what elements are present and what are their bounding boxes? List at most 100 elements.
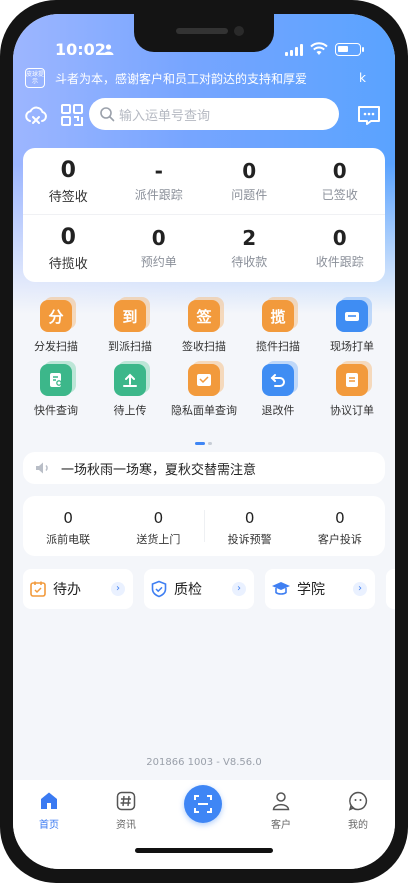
svc-value: 0: [153, 509, 164, 527]
svc-customer-complaint[interactable]: 0 客户投诉: [295, 496, 385, 556]
stat-signed[interactable]: 0 已签收: [295, 148, 386, 214]
customer-icon: [272, 792, 290, 811]
stat-label: 待签收: [48, 190, 88, 205]
fn-label: 揽件扫描: [256, 340, 300, 353]
fn-label: 现场打单: [330, 340, 374, 353]
svc-pre-call[interactable]: 0 派前电联: [23, 496, 113, 556]
stat-problem[interactable]: 0 问题件: [204, 148, 295, 214]
fn-pickup-scan[interactable]: 揽揽件扫描: [241, 297, 315, 364]
stat-pickup-track[interactable]: 0 收件跟踪: [295, 215, 386, 280]
shield-check-icon: [151, 580, 167, 598]
service-card: 0 派前电联 0 送货上门 0 投诉预警 0 客户投诉: [23, 496, 385, 556]
fn-label: 快件查询: [34, 404, 78, 417]
announcement-bar[interactable]: 一场秋雨一场寒，夏秋交替需注意: [23, 452, 385, 484]
fn-label: 隐私面单查询: [171, 404, 237, 417]
search-placeholder: 输入运单号查询: [119, 108, 211, 124]
fn-distribute-scan[interactable]: 分分发扫描: [19, 297, 93, 364]
notch: [134, 14, 274, 52]
svc-door-delivery[interactable]: 0 送货上门: [113, 496, 203, 556]
scan-icon: [194, 795, 212, 813]
fn-query[interactable]: 快件查询: [19, 361, 93, 428]
stat-label: 已签收: [321, 188, 358, 202]
stat-dispatch-track[interactable]: - 派件跟踪: [114, 148, 205, 214]
bottom-tabbar: 首页 资讯 客户 我的: [13, 780, 395, 869]
stat-value: 0: [151, 226, 166, 250]
scan-button[interactable]: [184, 785, 222, 823]
stat-label: 问题件: [231, 188, 268, 202]
return-icon: [262, 361, 298, 396]
screen: 10:02 皮球提示 斗者为本，感谢客户和员工对韵达的支持和厚爱 k 输入运单号…: [13, 14, 395, 869]
feature-next-partial[interactable]: [386, 569, 395, 609]
stat-value: 2: [242, 226, 257, 250]
feature-academy[interactable]: 学院 ›: [265, 569, 375, 609]
stats-card: 0 待签收 - 派件跟踪 0 问题件 0 已签收 0 待揽收 0 预约单 2 待收款 0 收件跟…: [23, 148, 385, 282]
notice-cursor: k: [359, 71, 366, 85]
fn-label: 分发扫描: [34, 340, 78, 353]
upload-icon: [114, 361, 150, 396]
pickup-icon: 揽: [262, 297, 298, 332]
fn-pending-upload[interactable]: 待上传: [93, 361, 167, 428]
stat-reservation[interactable]: 0 预约单: [114, 215, 205, 280]
speaker-icon: [36, 462, 48, 474]
stats-row-2: 0 待揽收 0 预约单 2 待收款 0 收件跟踪: [23, 214, 385, 280]
search-input[interactable]: 输入运单号查询: [89, 98, 339, 130]
stat-value: 0: [332, 159, 347, 183]
home-icon: [41, 792, 57, 809]
chevron-right-icon: ›: [232, 582, 246, 596]
notice-marquee[interactable]: 皮球提示 斗者为本，感谢客户和员工对韵达的支持和厚爱 k: [25, 66, 385, 90]
stat-value: 0: [242, 159, 257, 183]
svc-complaint-warning[interactable]: 0 投诉预警: [205, 496, 295, 556]
tab-news[interactable]: 资讯: [96, 790, 156, 831]
tab-mine[interactable]: 我的: [328, 790, 388, 831]
tab-home[interactable]: 首页: [19, 790, 79, 831]
fn-sign-scan[interactable]: 签签收扫描: [167, 297, 241, 364]
search-icon: [100, 107, 115, 122]
version-text: 201866 1003 - V8.56.0: [146, 757, 262, 768]
stat-label: 待收款: [231, 255, 268, 269]
fn-return-modify[interactable]: 退改件: [241, 361, 315, 428]
stat-value: 0: [332, 226, 347, 250]
document-search-icon: [40, 361, 76, 396]
tab-customer[interactable]: 客户: [251, 790, 311, 831]
top-toolbar: 输入运单号查询: [23, 98, 385, 132]
feature-quality-label: 质检: [174, 582, 202, 598]
mine-icon: [348, 791, 368, 811]
stat-label: 派件跟踪: [134, 188, 183, 202]
announcement-text: 一场秋雨一场寒，夏秋交替需注意: [61, 462, 257, 478]
notice-text: 斗者为本，感谢客户和员工对韵达的支持和厚爱: [55, 71, 308, 86]
graduation-cap-icon: [272, 582, 290, 595]
fn-arrival-scan[interactable]: 到到派扫描: [93, 297, 167, 364]
sign-icon: 签: [188, 297, 224, 332]
fn-label: 到派扫描: [108, 340, 152, 353]
status-time: 10:02: [55, 40, 106, 59]
stat-value: 0: [60, 158, 76, 183]
signal-icon: [285, 44, 303, 56]
tab-customer-label: 客户: [271, 820, 291, 831]
function-row-2: 快件查询 待上传 隐私面单查询 退改件 协议订单: [19, 361, 389, 428]
calendar-icon: [30, 581, 46, 597]
phone-frame: 10:02 皮球提示 斗者为本，感谢客户和员工对韵达的支持和厚爱 k 输入运单号…: [0, 0, 408, 883]
fn-print-order[interactable]: 现场打单: [315, 297, 389, 364]
message-icon[interactable]: [356, 102, 382, 128]
svc-value: 0: [244, 509, 255, 527]
feature-quality[interactable]: 质检 ›: [144, 569, 254, 609]
stat-pending-pickup[interactable]: 0 待揽收: [23, 215, 114, 280]
distribute-icon: 分: [40, 297, 76, 332]
page-indicator: [195, 442, 212, 445]
function-grid: 分分发扫描 到到派扫描 签签收扫描 揽揽件扫描 现场打单 快件查询 待上传 隐私…: [19, 297, 389, 428]
feature-academy-label: 学院: [297, 582, 325, 598]
cloud-upload-icon[interactable]: [23, 102, 49, 128]
scan-code-icon[interactable]: [59, 102, 85, 128]
home-indicator: [135, 848, 273, 853]
stats-row-1: 0 待签收 - 派件跟踪 0 问题件 0 已签收: [23, 148, 385, 214]
battery-icon: [335, 43, 364, 56]
stat-receivable[interactable]: 2 待收款: [204, 215, 295, 280]
fn-label: 签收扫描: [182, 340, 226, 353]
stat-value: -: [154, 159, 163, 183]
fn-privacy-query[interactable]: 隐私面单查询: [167, 361, 241, 428]
feature-todo[interactable]: 待办 ›: [23, 569, 133, 609]
tab-news-label: 资讯: [116, 820, 136, 831]
privacy-sheet-icon: [188, 361, 224, 396]
fn-agreement-order[interactable]: 协议订单: [315, 361, 389, 428]
stat-pending-sign[interactable]: 0 待签收: [23, 148, 114, 214]
